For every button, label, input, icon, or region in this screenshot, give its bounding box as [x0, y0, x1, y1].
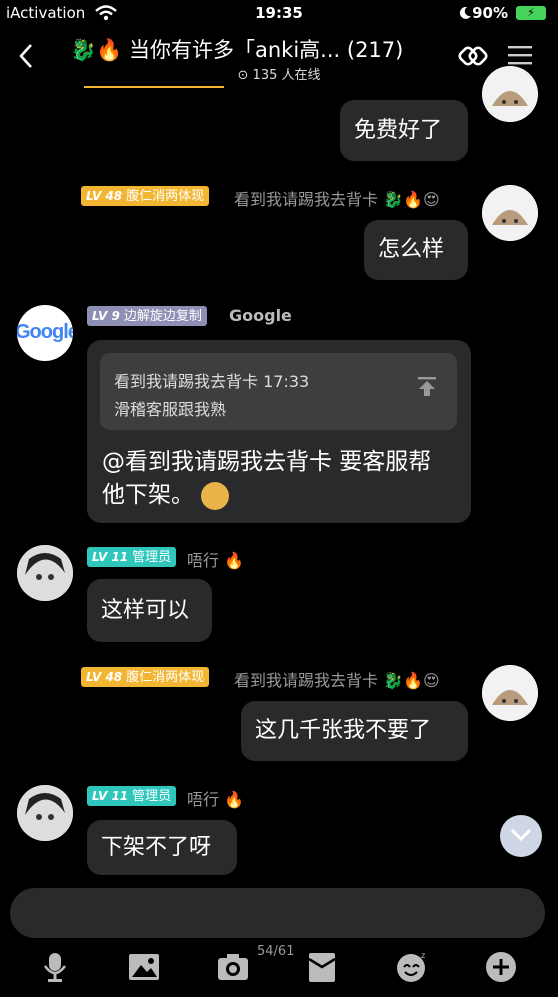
sender-name[interactable]: 看到我请踢我去背卡 🐉🔥😍 — [234, 186, 440, 210]
red-packet-icon[interactable] — [305, 950, 339, 984]
highlight-line — [84, 86, 224, 88]
message-input[interactable] — [10, 888, 545, 938]
svg-text:z: z — [421, 951, 425, 960]
page-count: 54/61 — [257, 944, 295, 959]
message-bubble[interactable]: 这样可以 — [87, 579, 212, 642]
fire-emoji-icon: 🔥 — [96, 38, 123, 62]
google-avatar[interactable]: Google — [17, 305, 73, 361]
sender-name-text: 唔行 — [187, 790, 220, 809]
group-title: 🐉🔥 当你有许多「anki高... (217) — [70, 34, 403, 64]
level-title: 腹仁消两体现 — [126, 670, 205, 685]
link-icon[interactable] — [457, 40, 489, 72]
sender-name-text: 看到我请踢我去背卡 — [234, 190, 379, 209]
avatar[interactable] — [17, 785, 73, 841]
jump-to-quote-icon[interactable] — [416, 375, 438, 397]
microphone-icon[interactable] — [38, 950, 72, 984]
level-title: 管理员 — [132, 550, 172, 565]
camera-icon[interactable] — [216, 950, 250, 984]
level-number: LV 9 — [92, 309, 120, 323]
quote-header: 看到我请踢我去背卡 17:33 — [114, 372, 310, 391]
group-title-text: 当你有许多「anki高... (217) — [129, 38, 404, 62]
online-text: 135 人在线 — [252, 68, 321, 83]
message-text: 免费好了 — [354, 117, 443, 143]
sender-name-text: 唔行 — [187, 551, 220, 570]
level-number: LV 48 — [86, 189, 123, 203]
level-title: 管理员 — [132, 789, 172, 804]
emoji-icon[interactable]: z — [395, 950, 429, 984]
avatar[interactable] — [482, 665, 538, 721]
level-number: LV 11 — [92, 550, 129, 564]
level-number: LV 48 — [86, 670, 123, 684]
chat-header: 🐉🔥 当你有许多「anki高... (217) ⊙ 135 人在线 — [0, 28, 558, 86]
message-text-line: @看到我请踢我去背卡 要客服帮 — [102, 449, 432, 475]
fire-emoji-icon: 🔥 — [224, 551, 245, 570]
message-bubble[interactable]: 免费好了 — [340, 100, 468, 161]
level-badge: LV 48 腹仁消两体现 — [81, 186, 210, 206]
sender-name[interactable]: 唔行 🔥 — [187, 786, 244, 810]
sender-name[interactable]: Google — [229, 306, 292, 325]
message-text-line: 他下架。 — [102, 479, 431, 512]
emoji-icons: 🐉🔥😍 — [383, 190, 440, 209]
add-icon[interactable] — [484, 950, 518, 984]
message-text: 下架不了呀 — [101, 834, 212, 860]
quoted-message[interactable]: 看到我请踢我去背卡 17:33 滑稽客服跟我熟 — [100, 353, 457, 430]
message-text-part: 他下架。 — [102, 482, 194, 508]
online-icon: ⊙ — [237, 68, 249, 83]
avatar[interactable] — [17, 545, 73, 601]
fire-emoji-icon: 🔥 — [224, 790, 245, 809]
sender-name[interactable]: 看到我请踢我去背卡 🐉🔥😍 — [234, 667, 440, 691]
level-number: LV 11 — [92, 789, 129, 803]
quote-text: 滑稽客服跟我熟 — [114, 400, 227, 419]
menu-icon[interactable] — [507, 44, 533, 66]
chevron-down-icon — [510, 828, 532, 842]
battery-icon: ⚡ — [516, 6, 546, 20]
message-text: @看到我请踢我去背卡 要客服帮 他下架。 — [102, 446, 431, 512]
image-icon[interactable] — [127, 950, 161, 984]
battery-percent: 90% — [472, 4, 508, 22]
status-bar: iActivation 19:35 90% ⚡ — [0, 0, 558, 28]
avatar[interactable] — [482, 185, 538, 241]
message-bubble[interactable]: 下架不了呀 — [87, 820, 237, 875]
google-logo-text: Google — [17, 321, 73, 343]
message-text: 怎么样 — [378, 237, 445, 262]
message-text: 这几千张我不要了 — [255, 718, 432, 743]
moon-icon — [459, 6, 471, 19]
level-badge: LV 11 管理员 — [87, 786, 177, 806]
sender-name-text: 看到我请踢我去背卡 — [234, 671, 379, 690]
level-title: 边解旋边复制 — [123, 309, 202, 324]
cow-emoji-icon — [201, 481, 230, 510]
sender-name[interactable]: 唔行 🔥 — [187, 547, 244, 571]
emoji-icons: 🐉🔥😍 — [383, 671, 440, 690]
level-badge: LV 48 腹仁消两体现 — [81, 667, 210, 687]
message-text: 这样可以 — [101, 597, 190, 623]
level-badge: LV 11 管理员 — [87, 547, 177, 567]
level-badge: LV 9 边解旋边复制 — [87, 306, 207, 326]
message-bubble[interactable]: 怎么样 — [364, 220, 468, 280]
dragon-emoji-icon: 🐉 — [70, 38, 97, 62]
avatar[interactable] — [482, 66, 538, 122]
message-bubble[interactable]: 这几千张我不要了 — [241, 701, 468, 761]
level-title: 腹仁消两体现 — [126, 189, 205, 204]
scroll-to-bottom-button[interactable] — [500, 815, 542, 857]
